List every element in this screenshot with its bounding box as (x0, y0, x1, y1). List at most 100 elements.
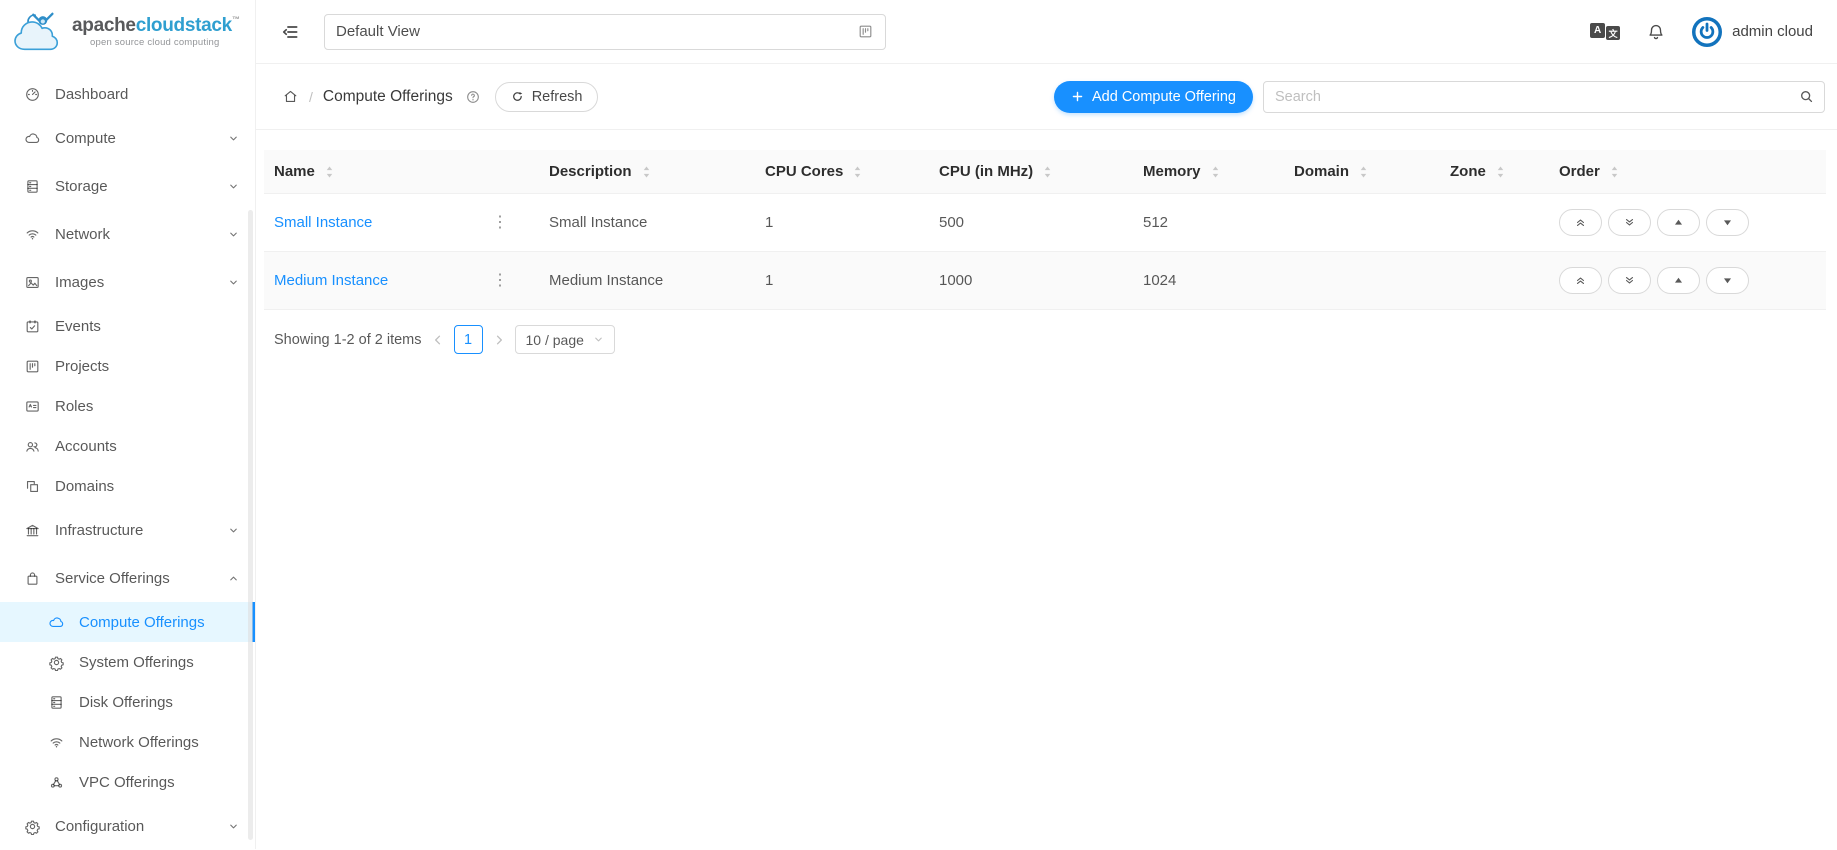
sidebar-item-service-offerings[interactable]: Service Offerings (0, 554, 255, 602)
sidebar-item-label: Storage (55, 178, 108, 195)
sidebar-item-label: VPC Offerings (79, 774, 175, 791)
view-selector[interactable]: Default View (324, 14, 886, 50)
table-header-row: Name Description CPU Cores CPU (in MHz) … (264, 150, 1826, 194)
sidebar-item-roles[interactable]: Roles (0, 386, 255, 426)
sidebar-item-configuration[interactable]: Configuration (0, 802, 255, 850)
wifi-icon (48, 734, 65, 751)
column-header-order[interactable]: Order (1549, 150, 1826, 194)
move-to-bottom-button[interactable] (1608, 267, 1651, 294)
move-down-button[interactable] (1706, 267, 1749, 294)
cell-cpu-cores: 1 (755, 252, 929, 310)
sorter-icon (1210, 165, 1221, 179)
order-controls (1559, 209, 1816, 236)
sidebar-item-system-offerings[interactable]: System Offerings (0, 642, 255, 682)
move-to-top-button[interactable] (1559, 267, 1602, 294)
sidebar-item-label: Domains (55, 478, 114, 495)
gear-icon (24, 818, 41, 835)
sidebar-item-dashboard[interactable]: Dashboard (0, 74, 255, 114)
move-up-button[interactable] (1657, 209, 1700, 236)
add-compute-offering-button[interactable]: Add Compute Offering (1054, 81, 1253, 113)
help-question-icon[interactable] (465, 89, 481, 105)
previous-page-icon[interactable] (431, 333, 445, 347)
sidebar-item-infrastructure[interactable]: Infrastructure (0, 506, 255, 554)
search-box (1263, 81, 1825, 113)
row-actions-button[interactable]: ⋮ (489, 273, 511, 289)
page-title: Compute Offerings (323, 88, 453, 106)
move-up-button[interactable] (1657, 267, 1700, 294)
sidebar-scrollbar[interactable] (248, 210, 253, 840)
view-selector-value: Default View (336, 23, 420, 40)
refresh-button[interactable]: Refresh (495, 82, 599, 112)
column-header-domain[interactable]: Domain (1284, 150, 1440, 194)
sidebar-item-network[interactable]: Network (0, 210, 255, 258)
sidebar-item-label: Disk Offerings (79, 694, 173, 711)
offering-name-link[interactable]: Medium Instance (274, 272, 388, 289)
offering-name-link[interactable]: Small Instance (274, 214, 372, 231)
pagination-summary: Showing 1-2 of 2 items (274, 332, 422, 348)
home-icon[interactable] (282, 88, 299, 105)
menu-fold-icon[interactable] (280, 22, 300, 42)
column-header-memory[interactable]: Memory (1133, 150, 1284, 194)
user-menu[interactable]: admin cloud (1692, 17, 1813, 47)
chevron-up-icon (228, 573, 239, 584)
cell-description: Medium Instance (539, 252, 755, 310)
sorter-icon (324, 165, 335, 179)
sidebar-item-disk-offerings[interactable]: Disk Offerings (0, 682, 255, 722)
cell-description: Small Instance (539, 194, 755, 252)
sidebar-item-storage[interactable]: Storage (0, 162, 255, 210)
sorter-icon (1609, 165, 1620, 179)
column-header-cpu-cores[interactable]: CPU Cores (755, 150, 929, 194)
sidebar: apachecloudstack™ open source cloud comp… (0, 0, 256, 849)
notifications-bell-icon[interactable] (1646, 22, 1666, 42)
sorter-icon (852, 165, 863, 179)
cloudstack-logo[interactable]: apachecloudstack™ open source cloud comp… (0, 0, 255, 64)
sidebar-item-label: Events (55, 318, 101, 335)
sidebar-menu: Dashboard Compute Storage Network Images… (0, 64, 255, 850)
move-to-bottom-button[interactable] (1608, 209, 1651, 236)
move-down-button[interactable] (1706, 209, 1749, 236)
logo-tagline: open source cloud computing (90, 38, 240, 48)
calendar-icon (24, 318, 41, 335)
page-header-actions: Add Compute Offering (1054, 81, 1825, 113)
search-input[interactable] (1263, 81, 1825, 113)
page-size-select[interactable]: 10 / page (515, 325, 615, 354)
column-label: Order (1559, 163, 1600, 180)
project-icon (857, 23, 874, 40)
sidebar-item-domains[interactable]: Domains (0, 466, 255, 506)
deployment-icon (48, 774, 65, 791)
move-to-top-button[interactable] (1559, 209, 1602, 236)
sidebar-item-label: Network Offerings (79, 734, 199, 751)
sorter-icon (1495, 165, 1506, 179)
column-label: Memory (1143, 163, 1201, 180)
sorter-icon (641, 165, 652, 179)
cloud-icon (24, 130, 41, 147)
plus-icon (1071, 90, 1084, 103)
add-button-label: Add Compute Offering (1092, 89, 1236, 105)
sidebar-item-network-offerings[interactable]: Network Offerings (0, 722, 255, 762)
sidebar-item-label: Network (55, 226, 110, 243)
order-controls (1559, 267, 1816, 294)
column-header-description[interactable]: Description (539, 150, 755, 194)
sidebar-item-accounts[interactable]: Accounts (0, 426, 255, 466)
page-size-value: 10 / page (526, 332, 584, 348)
column-header-cpu-mhz[interactable]: CPU (in MHz) (929, 150, 1133, 194)
sidebar-item-compute-offerings[interactable]: Compute Offerings (0, 602, 255, 642)
cell-cpu-cores: 1 (755, 194, 929, 252)
column-header-zone[interactable]: Zone (1440, 150, 1549, 194)
brand-cloudstack: cloudstack (136, 15, 232, 36)
next-page-icon[interactable] (492, 333, 506, 347)
translate-icon[interactable]: A 文 (1590, 23, 1620, 40)
current-page-button[interactable]: 1 (454, 325, 483, 354)
row-actions-button[interactable]: ⋮ (489, 215, 511, 231)
column-header-name[interactable]: Name (264, 150, 539, 194)
sidebar-item-label: Compute (55, 130, 116, 147)
translate-cjk-glyph: 文 (1606, 26, 1620, 40)
sidebar-item-images[interactable]: Images (0, 258, 255, 306)
sidebar-item-events[interactable]: Events (0, 306, 255, 346)
column-label: Domain (1294, 163, 1349, 180)
sidebar-item-vpc-offerings[interactable]: VPC Offerings (0, 762, 255, 802)
sidebar-item-compute[interactable]: Compute (0, 114, 255, 162)
team-icon (24, 438, 41, 455)
sidebar-item-projects[interactable]: Projects (0, 346, 255, 386)
search-icon[interactable] (1798, 88, 1815, 105)
